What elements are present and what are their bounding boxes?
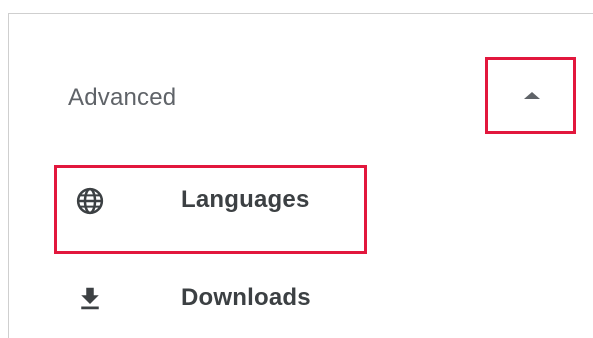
sidebar-item-label: Downloads: [181, 284, 311, 311]
sidebar-item-languages[interactable]: Languages: [9, 165, 593, 254]
download-icon: [75, 284, 105, 314]
advanced-section-header[interactable]: Advanced: [9, 57, 593, 134]
arrow-up-icon: [524, 92, 540, 99]
section-title: Advanced: [68, 84, 177, 111]
settings-sidebar-panel: Advanced Languages Downloads: [8, 13, 593, 338]
collapse-toggle-button[interactable]: [485, 57, 576, 134]
globe-icon: [75, 186, 105, 216]
sidebar-item-label: Languages: [181, 186, 310, 213]
sidebar-item-downloads[interactable]: Downloads: [9, 264, 593, 334]
